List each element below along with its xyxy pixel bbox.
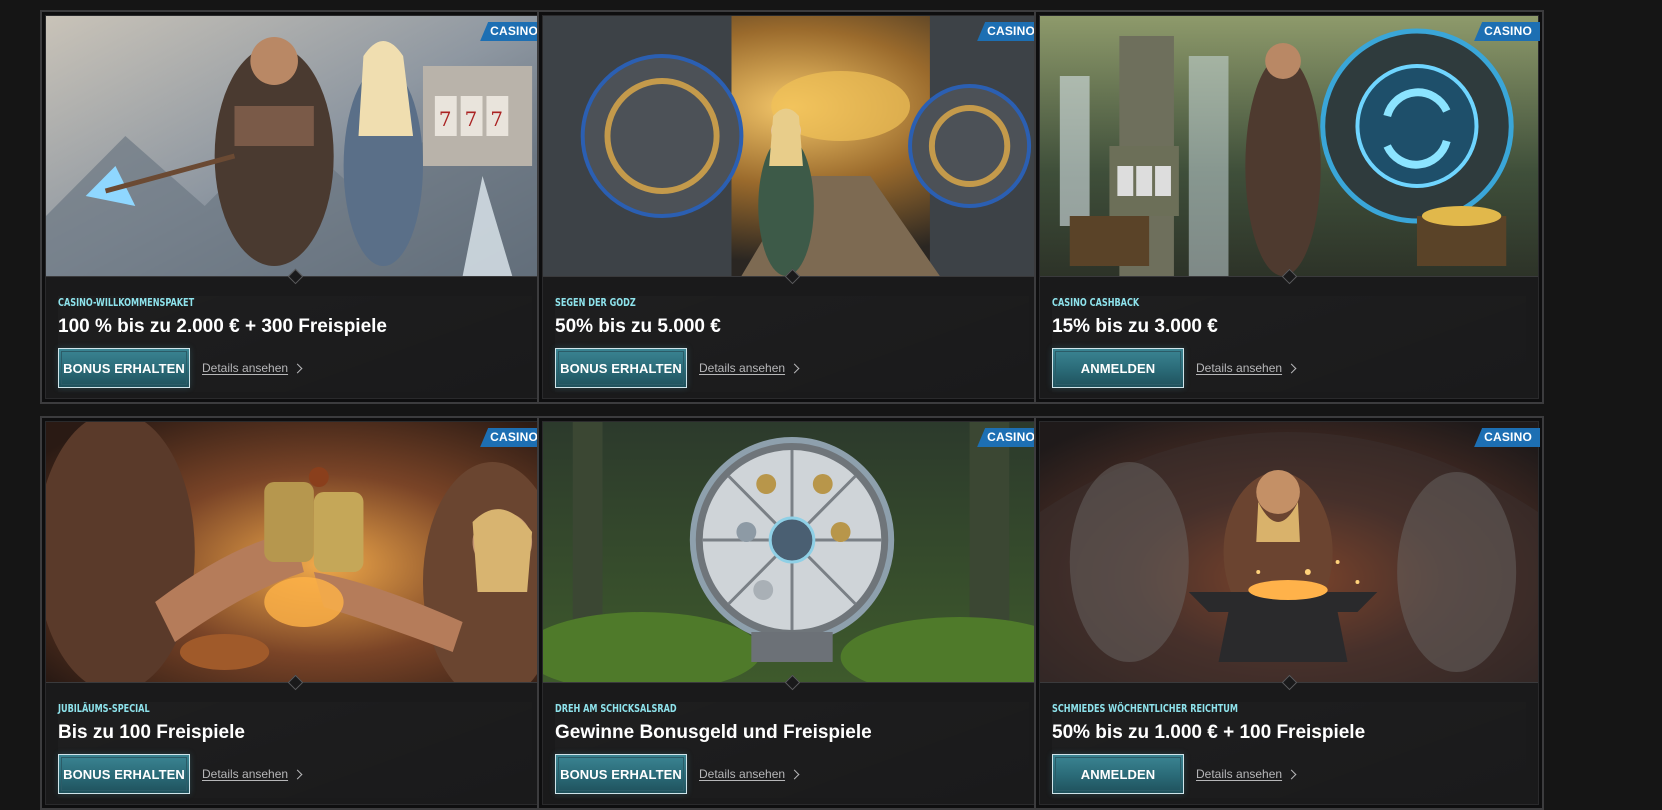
promo-title: 15% bis zu 3.000 €: [1052, 316, 1218, 337]
viking-warriors-slot-machine-illustration: 7 7 7: [46, 16, 544, 277]
promo-card-anniversary[interactable]: CASINO Jubiläums-Special Bis zu 100 Frei…: [40, 416, 550, 810]
promo-actions: ANMELDEN Details ansehen: [1052, 754, 1526, 794]
details-link-label: Details ansehen: [202, 361, 289, 375]
svg-text:7: 7: [465, 108, 478, 131]
promo-category: Segen der Godz: [555, 296, 636, 309]
details-link-label: Details ansehen: [202, 767, 289, 781]
details-link-label: Details ansehen: [699, 361, 786, 375]
casino-badge: CASINO: [1474, 22, 1540, 41]
chevron-right-icon: [789, 363, 800, 373]
details-link-label: Details ansehen: [1196, 767, 1283, 781]
get-bonus-button[interactable]: BONUS ERHALTEN: [555, 348, 687, 388]
chevron-right-icon: [292, 769, 303, 779]
promo-category: Casino Cashback: [1052, 296, 1140, 309]
chevron-right-icon: [1286, 769, 1297, 779]
rune-portal-cashback-illustration: [1040, 16, 1538, 277]
details-link[interactable]: Details ansehen: [1196, 767, 1297, 781]
chevron-right-icon: [789, 769, 800, 779]
promo-card-body: Segen der Godz 50% bis zu 5.000 € BONUS …: [555, 296, 1029, 392]
details-link-label: Details ansehen: [1196, 361, 1283, 375]
chevron-right-icon: [1286, 363, 1297, 373]
promo-title: Gewinne Bonusgeld und Freispiele: [555, 722, 872, 743]
details-link[interactable]: Details ansehen: [699, 767, 800, 781]
promo-card-body: Casino-Willkommenspaket 100 % bis zu 2.0…: [58, 296, 532, 392]
promo-card-fortune-wheel[interactable]: CASINO Dreh am Schicksalsrad Gewinne Bon…: [537, 416, 1047, 810]
promo-title: 50% bis zu 1.000 € + 100 Freispiele: [1052, 722, 1366, 743]
svg-text:7: 7: [490, 108, 503, 131]
treasure-vault-door-illustration: [543, 16, 1041, 277]
promo-actions: BONUS ERHALTEN Details ansehen: [555, 754, 1029, 794]
promo-category: Dreh am Schicksalsrad: [555, 702, 677, 715]
promo-card-body: Schmiedes wöchentlicher Reichtum 50% bis…: [1052, 702, 1526, 798]
svg-text:7: 7: [439, 108, 452, 131]
get-bonus-button[interactable]: BONUS ERHALTEN: [58, 348, 190, 388]
promo-card-cashback[interactable]: CASINO Casino Cashback 15% bis zu 3.000 …: [1034, 10, 1544, 404]
promo-card-welcome[interactable]: 7 7 7 CASINO Casino-Willkommenspaket 100…: [40, 10, 550, 404]
details-link[interactable]: Details ansehen: [202, 361, 303, 375]
get-bonus-button[interactable]: BONUS ERHALTEN: [58, 754, 190, 794]
promotions-grid: 7 7 7 CASINO Casino-Willkommenspaket 100…: [0, 0, 1662, 810]
promo-card-godz[interactable]: CASINO Segen der Godz 50% bis zu 5.000 €…: [537, 10, 1047, 404]
sign-up-button[interactable]: ANMELDEN: [1052, 754, 1184, 794]
promo-title: Bis zu 100 Freispiele: [58, 722, 245, 743]
promo-card-body: Casino Cashback 15% bis zu 3.000 € ANMEL…: [1052, 296, 1526, 392]
fortune-wheel-illustration: [543, 422, 1041, 683]
promo-card-forge[interactable]: CASINO Schmiedes wöchentlicher Reichtum …: [1034, 416, 1544, 810]
dwarf-forge-illustration: [1040, 422, 1538, 683]
promo-title: 50% bis zu 5.000 €: [555, 316, 721, 337]
promo-category: Jubiläums-Special: [58, 702, 150, 715]
promo-category: Schmiedes wöchentlicher Reichtum: [1052, 702, 1238, 715]
promo-actions: BONUS ERHALTEN Details ansehen: [58, 348, 532, 388]
details-link[interactable]: Details ansehen: [202, 767, 303, 781]
sign-up-button[interactable]: ANMELDEN: [1052, 348, 1184, 388]
promo-card-body: Jubiläums-Special Bis zu 100 Freispiele …: [58, 702, 532, 798]
chevron-right-icon: [292, 363, 303, 373]
details-link[interactable]: Details ansehen: [1196, 361, 1297, 375]
promo-category: Casino-Willkommenspaket: [58, 296, 195, 309]
details-link[interactable]: Details ansehen: [699, 361, 800, 375]
get-bonus-button[interactable]: BONUS ERHALTEN: [555, 754, 687, 794]
details-link-label: Details ansehen: [699, 767, 786, 781]
promo-card-body: Dreh am Schicksalsrad Gewinne Bonusgeld …: [555, 702, 1029, 798]
casino-badge: CASINO: [1474, 428, 1540, 447]
promo-actions: BONUS ERHALTEN Details ansehen: [58, 754, 532, 794]
promo-title: 100 % bis zu 2.000 € + 300 Freispiele: [58, 316, 388, 337]
feast-toast-illustration: [46, 422, 544, 683]
promo-actions: BONUS ERHALTEN Details ansehen: [555, 348, 1029, 388]
promo-actions: ANMELDEN Details ansehen: [1052, 348, 1526, 388]
